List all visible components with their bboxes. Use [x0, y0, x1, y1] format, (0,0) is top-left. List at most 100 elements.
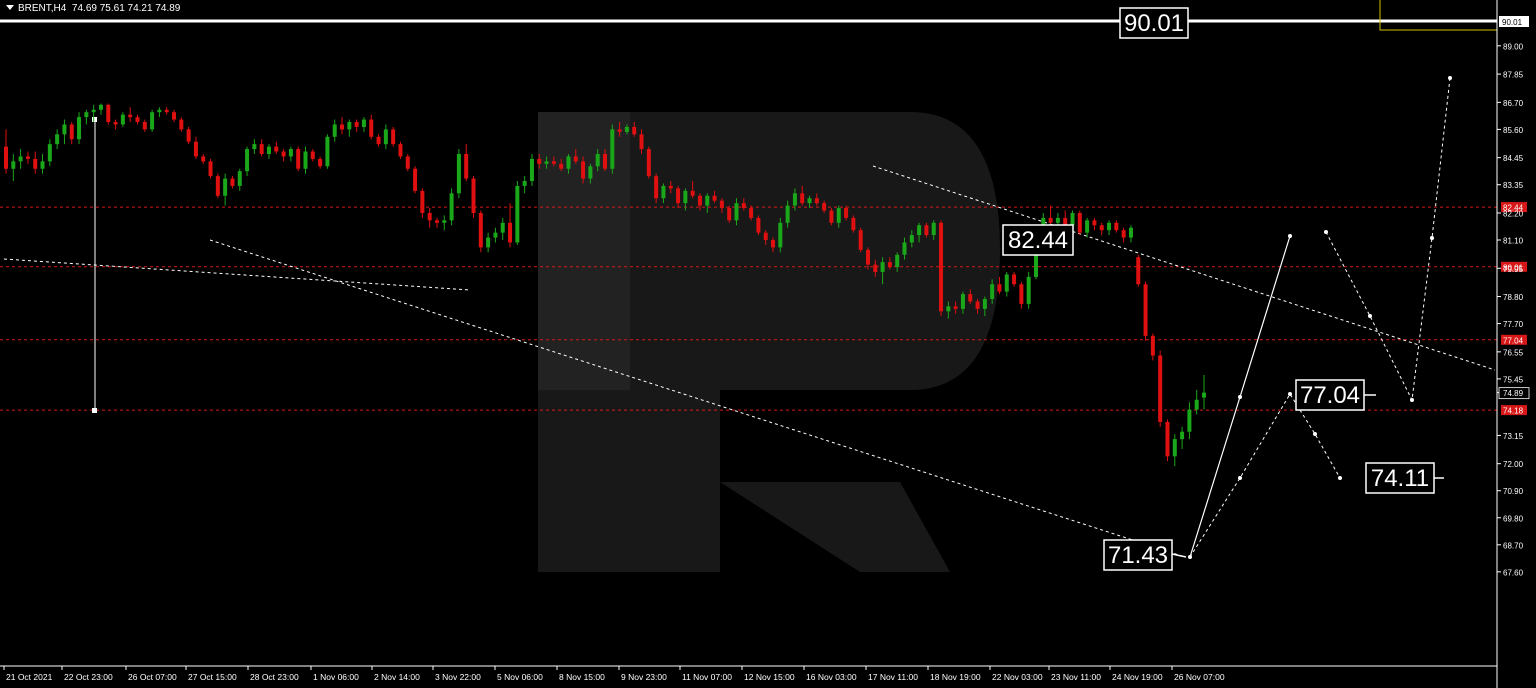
forecast-node-5 [1338, 476, 1342, 480]
vertical-marker-top [92, 117, 97, 122]
candle-body-121 [887, 262, 892, 268]
candle-body-38 [281, 151, 286, 157]
top-level-badge-text: 90.01 [1502, 18, 1523, 27]
candle-body-112 [822, 203, 827, 211]
forecast-node-11 [1188, 555, 1192, 559]
price-tick-label-17: 69.80 [1503, 514, 1524, 523]
candle-body-42 [310, 151, 315, 159]
candle-body-82 [603, 153, 607, 169]
forecast-node-8 [1410, 398, 1414, 402]
price-tick-label-9: 78.80 [1503, 293, 1524, 302]
forecast-node-7 [1368, 314, 1372, 318]
candle-body-23 [172, 112, 177, 120]
candle-body-104 [763, 232, 768, 241]
annotation-text-4: 71.43 [1108, 542, 1168, 569]
candle-body-155 [1136, 257, 1141, 285]
candle-body-13 [98, 104, 103, 110]
candle-body-127 [931, 222, 936, 236]
candle-body-8 [62, 124, 67, 135]
candle-body-5 [40, 161, 45, 169]
time-tick-label-11: 11 Nov 07:00 [682, 672, 732, 682]
candle-body-117 [858, 230, 863, 250]
forecast-node-10 [1448, 76, 1452, 80]
annotation-text-1: 82.44 [1008, 227, 1068, 254]
time-tick-label-2: 26 Oct 07:00 [128, 672, 177, 682]
price-tick-label-3: 85.60 [1503, 126, 1524, 135]
candle-body-6 [47, 144, 52, 162]
candle-body-45 [332, 124, 337, 137]
candle-body-122 [895, 254, 900, 268]
price-tick-label-16: 70.90 [1503, 487, 1524, 496]
candle-body-126 [924, 225, 929, 236]
price-chart[interactable]: 82.4480.0177.0474.1890.01 90.0182.4477.0… [0, 0, 1536, 688]
candle-body-63 [464, 153, 469, 179]
candle-body-93 [683, 190, 688, 204]
candle-body-133 [975, 301, 980, 309]
candle-body-66 [486, 237, 491, 248]
candle-body-21 [157, 109, 162, 113]
candle-body-157 [1150, 335, 1155, 356]
candle-body-143 [1048, 217, 1053, 223]
candle-body-99 [727, 208, 732, 221]
candle-body-94 [690, 190, 695, 196]
candle-body-113 [829, 210, 834, 223]
candle-body-111 [814, 198, 819, 204]
candle-body-128 [939, 222, 944, 312]
candle-body-2 [18, 156, 23, 162]
candle-body-124 [909, 235, 914, 243]
candle-body-33 [245, 149, 250, 172]
candle-body-11 [84, 112, 89, 118]
candle-body-140 [1026, 276, 1031, 304]
time-tick-label-14: 17 Nov 11:00 [868, 672, 918, 682]
price-tick-label-4: 84.45 [1503, 154, 1524, 163]
time-tick-label-8: 5 Nov 06:00 [497, 672, 543, 682]
candle-body-0 [4, 146, 8, 169]
level-badge-text-3: 77.04 [1503, 336, 1524, 345]
price-tick-label-0: 89.00 [1503, 42, 1524, 51]
price-tick-label-7: 81.10 [1503, 237, 1524, 246]
time-tick-label-6: 2 Nov 14:00 [374, 672, 420, 682]
symbol-header[interactable]: BRENT,H4 74.69 75.61 74.21 74.89 [6, 3, 180, 14]
candle-body-19 [142, 122, 147, 130]
candle-body-40 [296, 149, 301, 169]
time-tick-label-3: 27 Oct 15:00 [188, 672, 237, 682]
price-tick-label-14: 73.15 [1503, 432, 1524, 441]
time-tick-label-9: 8 Nov 15:00 [559, 672, 605, 682]
candle-body-106 [778, 222, 783, 248]
time-tick-label-1: 22 Oct 23:00 [64, 672, 113, 682]
candle-body-156 [1143, 284, 1148, 336]
price-tick-label-6: 82.20 [1503, 209, 1524, 218]
candle-body-90 [661, 185, 666, 199]
candle-body-134 [982, 298, 987, 309]
candle-body-144 [1055, 217, 1060, 223]
candle-body-151 [1107, 222, 1112, 231]
candle-body-108 [792, 193, 797, 206]
time-tick-label-17: 23 Nov 11:00 [1051, 672, 1101, 682]
candle-body-29 [215, 176, 220, 196]
price-tick-label-12: 75.45 [1503, 375, 1524, 384]
candle-body-31 [230, 178, 235, 186]
candle-body-137 [1004, 274, 1009, 292]
candle-body-37 [274, 146, 279, 152]
candle-body-160 [1172, 439, 1177, 457]
candle-body-88 [646, 149, 651, 177]
candle-body-32 [237, 171, 242, 186]
candle-body-145 [1063, 217, 1068, 226]
time-tick-label-7: 3 Nov 22:00 [435, 672, 481, 682]
candle-body-139 [1019, 284, 1024, 304]
candle-body-9 [69, 124, 74, 140]
time-tick-label-18: 24 Nov 19:00 [1112, 672, 1163, 682]
candle-body-75 [551, 161, 556, 164]
candle-body-36 [266, 146, 271, 154]
chevron-down-icon[interactable] [6, 5, 14, 10]
level-badge-text-4: 74.18 [1503, 407, 1524, 416]
forecast-node-9 [1430, 236, 1434, 240]
candle-body-28 [208, 161, 213, 177]
candle-body-41 [303, 151, 308, 169]
candle-body-54 [398, 144, 403, 157]
candle-body-116 [851, 217, 856, 231]
candle-body-103 [756, 217, 761, 233]
forecast-node-3 [1288, 392, 1292, 396]
time-tick-label-5: 1 Nov 06:00 [313, 672, 359, 682]
candle-body-130 [953, 306, 958, 309]
